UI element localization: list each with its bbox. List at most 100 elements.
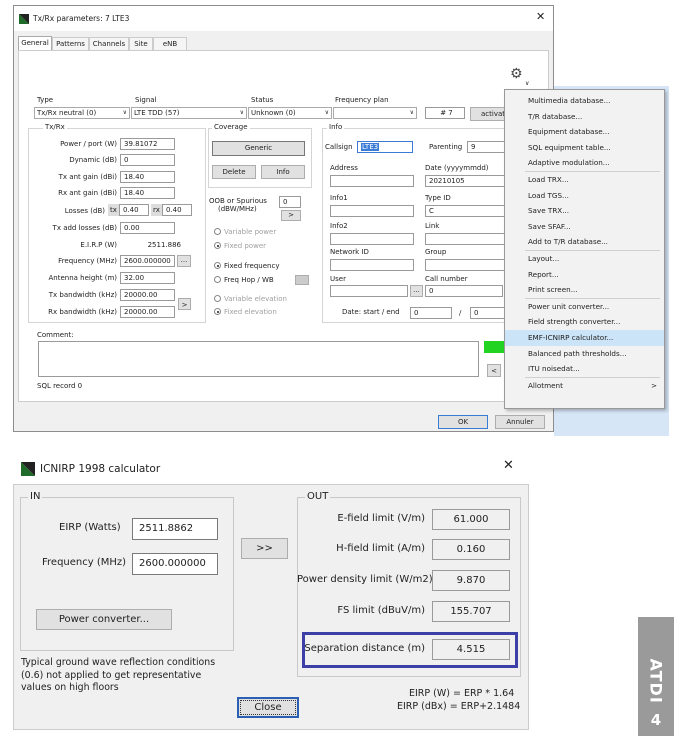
group-field[interactable] xyxy=(425,259,515,271)
tab-channels[interactable]: Channels xyxy=(89,37,129,50)
tab-channels-label: Channels xyxy=(92,40,126,48)
scroll-left-button[interactable]: < xyxy=(487,364,501,377)
menu-item-add-tr[interactable]: Add to T/R database... xyxy=(505,234,664,250)
menu-item-multimedia[interactable]: Multimedia database... xyxy=(505,93,664,109)
menu-item-adaptive-modulation[interactable]: Adaptive modulation... xyxy=(505,155,664,171)
freq-hop-radio-icon xyxy=(214,276,221,283)
link-label: Link xyxy=(425,222,440,230)
cancel-button[interactable]: Annuler xyxy=(495,415,545,429)
menu-item-print-screen[interactable]: Print screen... xyxy=(505,282,664,298)
formula-2: EIRP (dBx) = ERP+2.1484 xyxy=(397,701,521,712)
delete-button[interactable]: Delete xyxy=(212,165,256,179)
info-group-title: Info xyxy=(327,123,345,132)
signal-label: Signal xyxy=(135,96,157,104)
parenting-label: Parenting xyxy=(429,143,463,151)
link-field[interactable] xyxy=(425,233,515,245)
add-losses-field[interactable]: 0.00 xyxy=(120,222,175,234)
typeid-field[interactable]: C xyxy=(425,205,515,217)
frequency-field[interactable]: 2600.000000 xyxy=(120,255,175,267)
menu-item-balanced-path[interactable]: Balanced path thresholds... xyxy=(505,346,664,362)
power-converter-button[interactable]: Power converter... xyxy=(36,609,172,630)
tab-general[interactable]: General xyxy=(18,36,52,50)
ok-button[interactable]: OK xyxy=(438,415,488,429)
date-start-field[interactable]: 0 xyxy=(410,307,452,319)
chevron-down-icon[interactable]: ∨ xyxy=(525,79,529,89)
address-field[interactable] xyxy=(330,175,414,187)
menu-item-load-trx[interactable]: Load TRX... xyxy=(505,172,664,188)
losses-rx-field[interactable]: 0.40 xyxy=(162,204,192,216)
variable-elevation-radio[interactable]: Variable elevation xyxy=(214,294,287,304)
frequency-ellipsis-button[interactable]: ... xyxy=(177,255,191,267)
calc-body: IN EIRP (Watts) 2511.8862 Frequency (MHz… xyxy=(13,484,529,730)
power-field[interactable]: 39.81072 xyxy=(120,138,175,150)
menu-item-power-converter[interactable]: Power unit converter... xyxy=(505,299,664,315)
losses-rx-tag: rx xyxy=(151,204,162,216)
compute-button[interactable]: >> xyxy=(241,538,288,559)
tab-enb[interactable]: eNB xyxy=(153,37,187,50)
menu-item-save-trx[interactable]: Save TRX... xyxy=(505,203,664,219)
efield-value: 61.000 xyxy=(432,509,510,530)
network-field[interactable] xyxy=(330,259,414,271)
calc-close-icon[interactable]: ✕ xyxy=(503,459,514,473)
type-select[interactable]: Tx/Rx neutral (0) xyxy=(34,107,130,119)
date-field[interactable]: 20210105 xyxy=(425,175,515,187)
comment-area[interactable] xyxy=(38,341,479,377)
bandwidth-arrow-button[interactable]: > xyxy=(178,298,191,310)
freq-hop-radio[interactable]: Freq Hop / WB xyxy=(214,275,274,285)
tab-patterns[interactable]: Patterns xyxy=(52,37,89,50)
coverage-generic-button[interactable]: Generic xyxy=(212,141,305,156)
tab-site[interactable]: Site xyxy=(129,37,153,50)
dynamic-field[interactable]: 0 xyxy=(120,154,175,166)
menu-item-layout[interactable]: Layout... xyxy=(505,251,664,267)
variable-elevation-label: Variable elevation xyxy=(224,295,287,303)
calc-frequency-field[interactable]: 2600.000000 xyxy=(132,553,218,575)
antenna-field[interactable]: 32.00 xyxy=(120,272,175,284)
variable-power-radio[interactable]: Variable power xyxy=(214,227,276,237)
rx-gain-field[interactable]: 18.40 xyxy=(120,187,175,199)
menu-item-load-tgs[interactable]: Load TGS... xyxy=(505,188,664,204)
oob-arrow-button[interactable]: > xyxy=(281,210,301,221)
user-ellipsis-button[interactable]: ... xyxy=(410,285,423,297)
formula-1: EIRP (W) = ERP * 1.64 xyxy=(409,688,515,699)
signal-select[interactable]: LTE TDD (57) xyxy=(131,107,247,119)
menu-item-tr-database[interactable]: T/R database... xyxy=(505,109,664,125)
info2-field[interactable] xyxy=(330,233,414,245)
menu-item-field-strength[interactable]: Field strength converter... xyxy=(505,314,664,330)
fixed-elevation-label: Fixed elevation xyxy=(224,308,277,316)
variable-power-label: Variable power xyxy=(224,228,277,236)
add-losses-label: Tx add losses (dB) xyxy=(52,224,117,232)
txbw-field[interactable]: 20000.00 xyxy=(120,289,175,301)
menu-item-allotment-label: Allotment xyxy=(528,380,563,390)
calc-close-button[interactable]: Close xyxy=(237,697,299,718)
menu-item-sql-equipment[interactable]: SQL equipment table... xyxy=(505,140,664,156)
callsign-label: Callsign xyxy=(325,143,353,151)
info-button[interactable]: Info xyxy=(261,165,305,179)
gear-icon[interactable]: ⚙ xyxy=(510,67,523,81)
menu-item-equipment-database[interactable]: Equipment database... xyxy=(505,124,664,140)
menu-item-allotment[interactable]: Allotment > xyxy=(505,378,664,394)
freqplan-select[interactable] xyxy=(333,107,417,119)
freq-hop-button[interactable] xyxy=(295,275,309,285)
menu-item-itu-noisedat[interactable]: ITU noisedat... xyxy=(505,361,664,377)
tx-gain-field[interactable]: 18.40 xyxy=(120,171,175,183)
oob-field[interactable]: 0 xyxy=(279,196,301,208)
menu-item-emf-icnirp[interactable]: EMF-ICNIRP calculator... xyxy=(505,329,664,346)
coverage-group-title: Coverage xyxy=(212,123,250,132)
status-select[interactable]: Unknown (0) xyxy=(248,107,332,119)
rxbw-field[interactable]: 20000.00 xyxy=(120,306,175,318)
losses-tx-field[interactable]: 0.40 xyxy=(119,204,149,216)
activate-button[interactable]: activat xyxy=(470,107,506,121)
info1-field[interactable] xyxy=(330,205,414,217)
calc-frequency-label: Frequency (MHz) xyxy=(42,557,127,568)
hfield-label: H-field limit (A/m) xyxy=(336,543,425,554)
menu-item-report[interactable]: Report... xyxy=(505,267,664,283)
fixed-elevation-radio[interactable]: Fixed elevation xyxy=(214,307,277,317)
close-icon[interactable]: ✕ xyxy=(536,11,545,22)
fixed-frequency-radio[interactable]: Fixed frequency xyxy=(214,261,279,271)
calc-eirp-field[interactable]: 2511.8862 xyxy=(132,518,218,540)
fixed-power-radio[interactable]: Fixed power xyxy=(214,241,266,251)
user-field[interactable] xyxy=(330,285,408,297)
callsign-field[interactable]: LTE3 xyxy=(357,141,413,153)
callnumber-field[interactable]: 0 xyxy=(425,285,503,297)
menu-item-save-sfaf[interactable]: Save SFAF... xyxy=(505,219,664,235)
